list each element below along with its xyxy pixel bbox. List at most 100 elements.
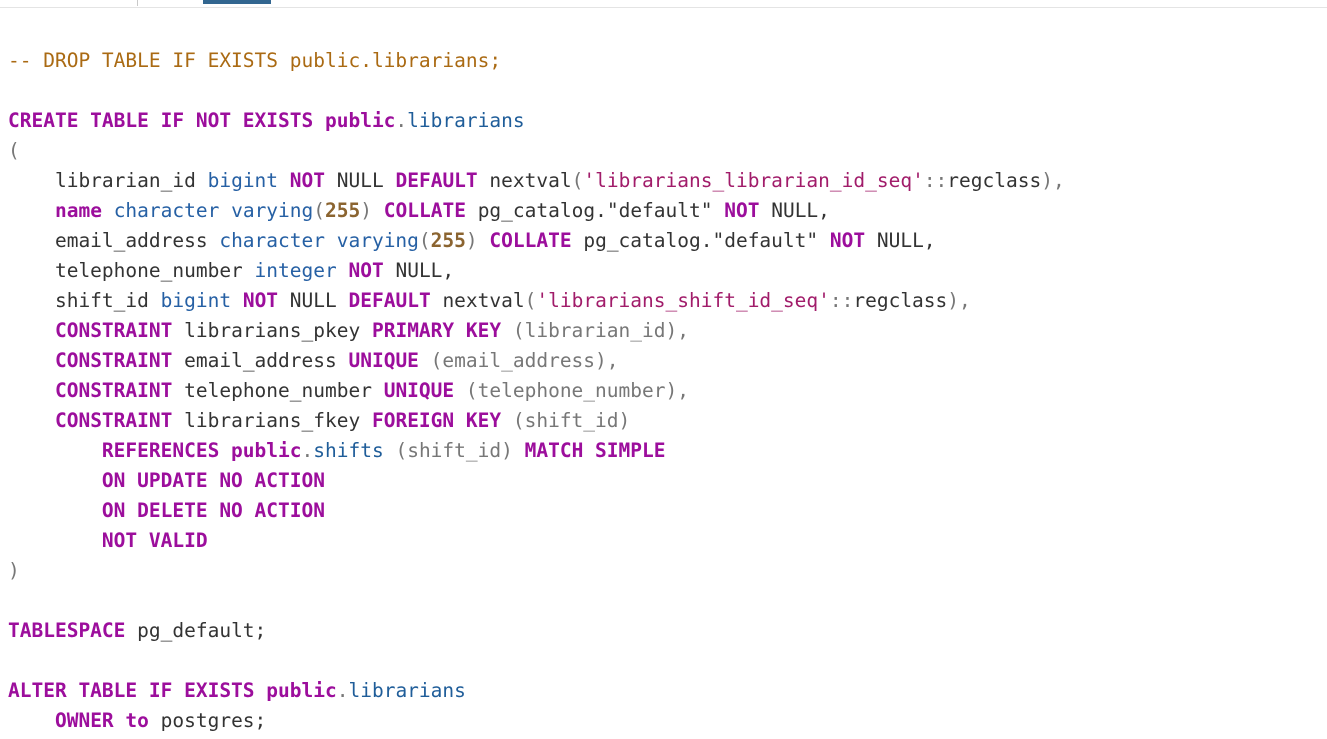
code-token: character varying (113, 199, 314, 222)
code-token: NULL (278, 289, 349, 312)
code-token: CONSTRAINT (54, 379, 173, 402)
code-line[interactable] (8, 76, 1065, 106)
active-tab-indicator[interactable] (203, 0, 271, 4)
code-token: COLLATE (489, 229, 572, 252)
code-token: email_address (8, 229, 220, 252)
code-token: ON UPDATE NO ACTION (101, 469, 325, 492)
code-token: UNIQUE (383, 379, 455, 402)
code-line[interactable]: email_address character varying(255) COL… (8, 226, 1065, 256)
code-token: ON DELETE NO ACTION (101, 499, 325, 522)
code-line[interactable] (8, 646, 1065, 676)
code-token: CONSTRAINT (54, 409, 173, 432)
code-token: librarians_pkey (172, 319, 372, 342)
code-line[interactable]: CONSTRAINT email_address UNIQUE (email_a… (8, 346, 1065, 376)
code-token: ( (8, 139, 20, 162)
code-line[interactable]: -- DROP TABLE IF EXISTS public.librarian… (8, 46, 1065, 76)
code-token: :: (923, 169, 948, 192)
code-token: (shift_id) (383, 439, 525, 462)
code-token: NOT (289, 169, 326, 192)
code-token: postgres; (148, 709, 267, 732)
code-token: NOT (348, 259, 384, 282)
code-token: ) (8, 559, 20, 582)
code-line[interactable] (8, 16, 1065, 46)
sql-editor[interactable]: -- DROP TABLE IF EXISTS public.librarian… (0, 0, 1327, 739)
code-line[interactable]: librarian_id bigint NOT NULL DEFAULT nex… (8, 166, 1065, 196)
code-line[interactable]: REFERENCES public.shifts (shift_id) MATC… (8, 436, 1065, 466)
code-token: name (54, 199, 102, 222)
code-line[interactable]: TABLESPACE pg_default; (8, 616, 1065, 646)
code-token: pg_catalog."default" (571, 229, 830, 252)
code-token: ), (1041, 169, 1065, 192)
code-token: (shift_id) (501, 409, 631, 432)
code-token: shifts (313, 439, 384, 462)
code-token: NOT (242, 289, 279, 312)
code-token: nextval (477, 169, 572, 192)
code-token: REFERENCES public (101, 439, 302, 462)
code-token: telephone_number (172, 379, 384, 402)
code-token: regclass (947, 169, 1042, 192)
code-line[interactable]: ) (8, 556, 1065, 586)
code-token: pg_default; (125, 619, 267, 642)
code-token: ALTER TABLE IF EXISTS public (8, 679, 337, 702)
code-token: MATCH SIMPLE (524, 439, 666, 462)
code-line[interactable]: telephone_number integer NOT NULL, (8, 256, 1065, 286)
code-token: NULL, (383, 259, 455, 282)
code-line[interactable] (8, 586, 1065, 616)
code-token: NULL, (759, 199, 830, 222)
code-token: . (336, 679, 349, 702)
code-token: nextval (430, 289, 525, 312)
code-token: ( (571, 169, 584, 192)
code-line[interactable]: ON DELETE NO ACTION (8, 496, 1065, 526)
code-line[interactable]: name character varying(255) COLLATE pg_c… (8, 196, 1065, 226)
code-token: ( (313, 199, 326, 222)
code-area[interactable]: -- DROP TABLE IF EXISTS public.librarian… (8, 16, 1065, 736)
code-token: (telephone_number), (454, 379, 689, 402)
editor-tab-strip (0, 0, 1327, 8)
code-line[interactable]: ALTER TABLE IF EXISTS public.librarians (8, 676, 1065, 706)
code-line[interactable]: CREATE TABLE IF NOT EXISTS public.librar… (8, 106, 1065, 136)
code-token: DEFAULT (348, 289, 431, 312)
code-token: . (395, 109, 408, 132)
code-token: NULL (325, 169, 396, 192)
code-line[interactable]: ON UPDATE NO ACTION (8, 466, 1065, 496)
code-token: 'librarians_shift_id_seq' (536, 289, 830, 312)
code-token: regclass (853, 289, 948, 312)
code-line[interactable]: CONSTRAINT librarians_fkey FOREIGN KEY (… (8, 406, 1065, 436)
code-token: CREATE TABLE IF NOT EXISTS public (8, 109, 396, 132)
code-line[interactable]: NOT VALID (8, 526, 1065, 556)
code-token: TABLESPACE (8, 619, 126, 642)
code-token: bigint (207, 169, 279, 192)
code-token: character varying (219, 229, 419, 252)
code-token: librarians (407, 109, 525, 132)
code-token: NOT VALID (101, 529, 208, 552)
code-token: ) (465, 229, 478, 252)
code-token: shift_id (8, 289, 161, 312)
code-token: NOT (829, 229, 866, 252)
code-token: . (301, 439, 314, 462)
code-token: librarian_id (8, 169, 208, 192)
code-token: OWNER to (54, 709, 149, 732)
code-token: :: (829, 289, 854, 312)
code-token: 255 (325, 199, 361, 222)
code-line[interactable]: CONSTRAINT telephone_number UNIQUE (tele… (8, 376, 1065, 406)
code-token: (email_address), (418, 349, 619, 372)
code-token: ( (524, 289, 537, 312)
code-line[interactable]: OWNER to postgres; (8, 706, 1065, 736)
code-line[interactable]: CONSTRAINT librarians_pkey PRIMARY KEY (… (8, 316, 1065, 346)
code-line[interactable]: shift_id bigint NOT NULL DEFAULT nextval… (8, 286, 1065, 316)
code-line[interactable]: ( (8, 136, 1065, 166)
code-token: 'librarians_librarian_id_seq' (583, 169, 924, 192)
code-token: NULL, (865, 229, 936, 252)
tab-divider (137, 0, 138, 6)
